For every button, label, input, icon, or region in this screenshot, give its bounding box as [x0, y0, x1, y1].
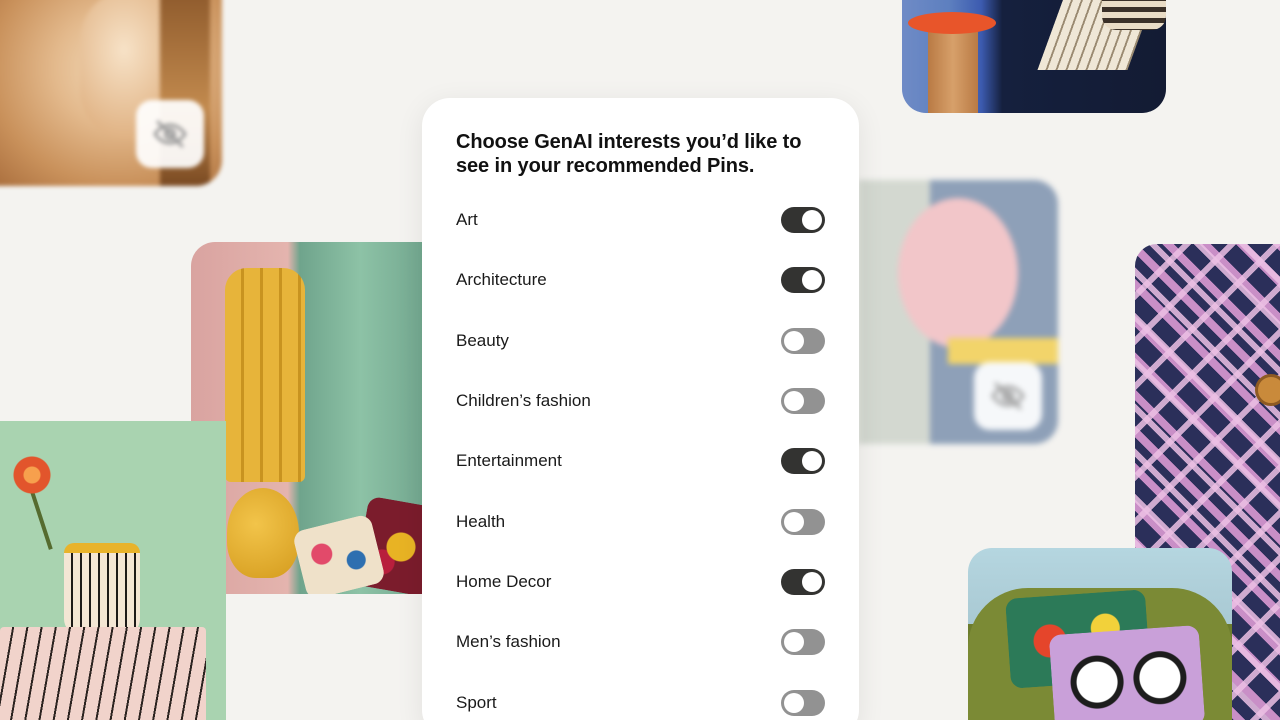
pillow-shape	[291, 513, 387, 594]
interest-toggle[interactable]	[781, 568, 825, 595]
hidden-pin-badge	[974, 362, 1042, 430]
striped-table-shape	[0, 627, 206, 720]
dialog-title: Choose GenAI interests you’d like to see…	[456, 131, 802, 177]
interest-label: Beauty	[456, 330, 509, 350]
interest-toggle[interactable]	[781, 207, 825, 234]
striped-pot-shape	[64, 543, 140, 635]
interest-toggle[interactable]	[781, 689, 825, 716]
toggle-knob	[784, 692, 804, 713]
interest-label: Children’s fashion	[456, 391, 591, 411]
eye-off-icon	[153, 120, 187, 148]
band-shape	[948, 338, 1058, 364]
interest-row: Architecture	[422, 250, 859, 310]
eye-off-icon	[991, 382, 1025, 410]
interest-toggle[interactable]	[781, 327, 825, 354]
interest-row: Health	[422, 491, 859, 551]
interest-toggle[interactable]	[781, 388, 825, 415]
jacket-button-shape	[1255, 374, 1280, 406]
interest-row: Men’s fashion	[422, 612, 859, 672]
lamp-shade-shape	[225, 268, 305, 482]
interest-list: Art Architecture Beauty Children’s fashion E…	[422, 190, 859, 720]
toggle-knob	[784, 511, 804, 532]
interest-row: Beauty	[422, 311, 859, 371]
side-table-and-sofa-photo[interactable]	[902, 0, 1166, 113]
interest-toggle[interactable]	[781, 267, 825, 294]
lamp-base-shape	[227, 488, 299, 578]
toggle-knob	[802, 210, 822, 231]
interest-row: Art	[422, 190, 859, 250]
yellow-lamp-photo[interactable]	[191, 242, 433, 594]
flower-shape	[12, 455, 52, 495]
toggle-knob	[784, 330, 804, 351]
striped-vase-photo[interactable]	[0, 421, 226, 720]
interest-row: Home Decor	[422, 552, 859, 612]
interest-row: Sport	[422, 672, 859, 720]
interest-toggle[interactable]	[781, 448, 825, 475]
pickleball-paddle-photo[interactable]	[858, 180, 1058, 444]
interest-label: Art	[456, 210, 478, 230]
interest-label: Health	[456, 511, 506, 531]
floral-cushions-sofa-photo[interactable]	[968, 548, 1232, 720]
interest-label: Home Decor	[456, 571, 552, 591]
genai-interests-dialog: Choose GenAI interests you’d like to see…	[422, 98, 859, 720]
table-top-shape	[908, 12, 996, 34]
interest-label: Sport	[456, 692, 497, 712]
interest-row: Entertainment	[422, 431, 859, 491]
paddle-shape	[898, 198, 1018, 348]
striped-pillow-shape	[1102, 0, 1166, 30]
toggle-knob	[802, 270, 822, 291]
table-leg-shape	[928, 26, 978, 113]
toggle-knob	[784, 632, 804, 653]
interest-label: Architecture	[456, 270, 547, 290]
interest-toggle[interactable]	[781, 629, 825, 656]
interest-label: Men’s fashion	[456, 632, 561, 652]
portrait-photo[interactable]	[0, 0, 222, 186]
hidden-pin-badge	[136, 100, 204, 168]
toggle-knob	[802, 571, 822, 592]
interest-row: Children’s fashion	[422, 371, 859, 431]
interest-toggle[interactable]	[781, 508, 825, 535]
toggle-knob	[802, 451, 822, 472]
interest-label: Entertainment	[456, 451, 562, 471]
cushion-shape	[1048, 624, 1206, 720]
toggle-knob	[784, 391, 804, 412]
